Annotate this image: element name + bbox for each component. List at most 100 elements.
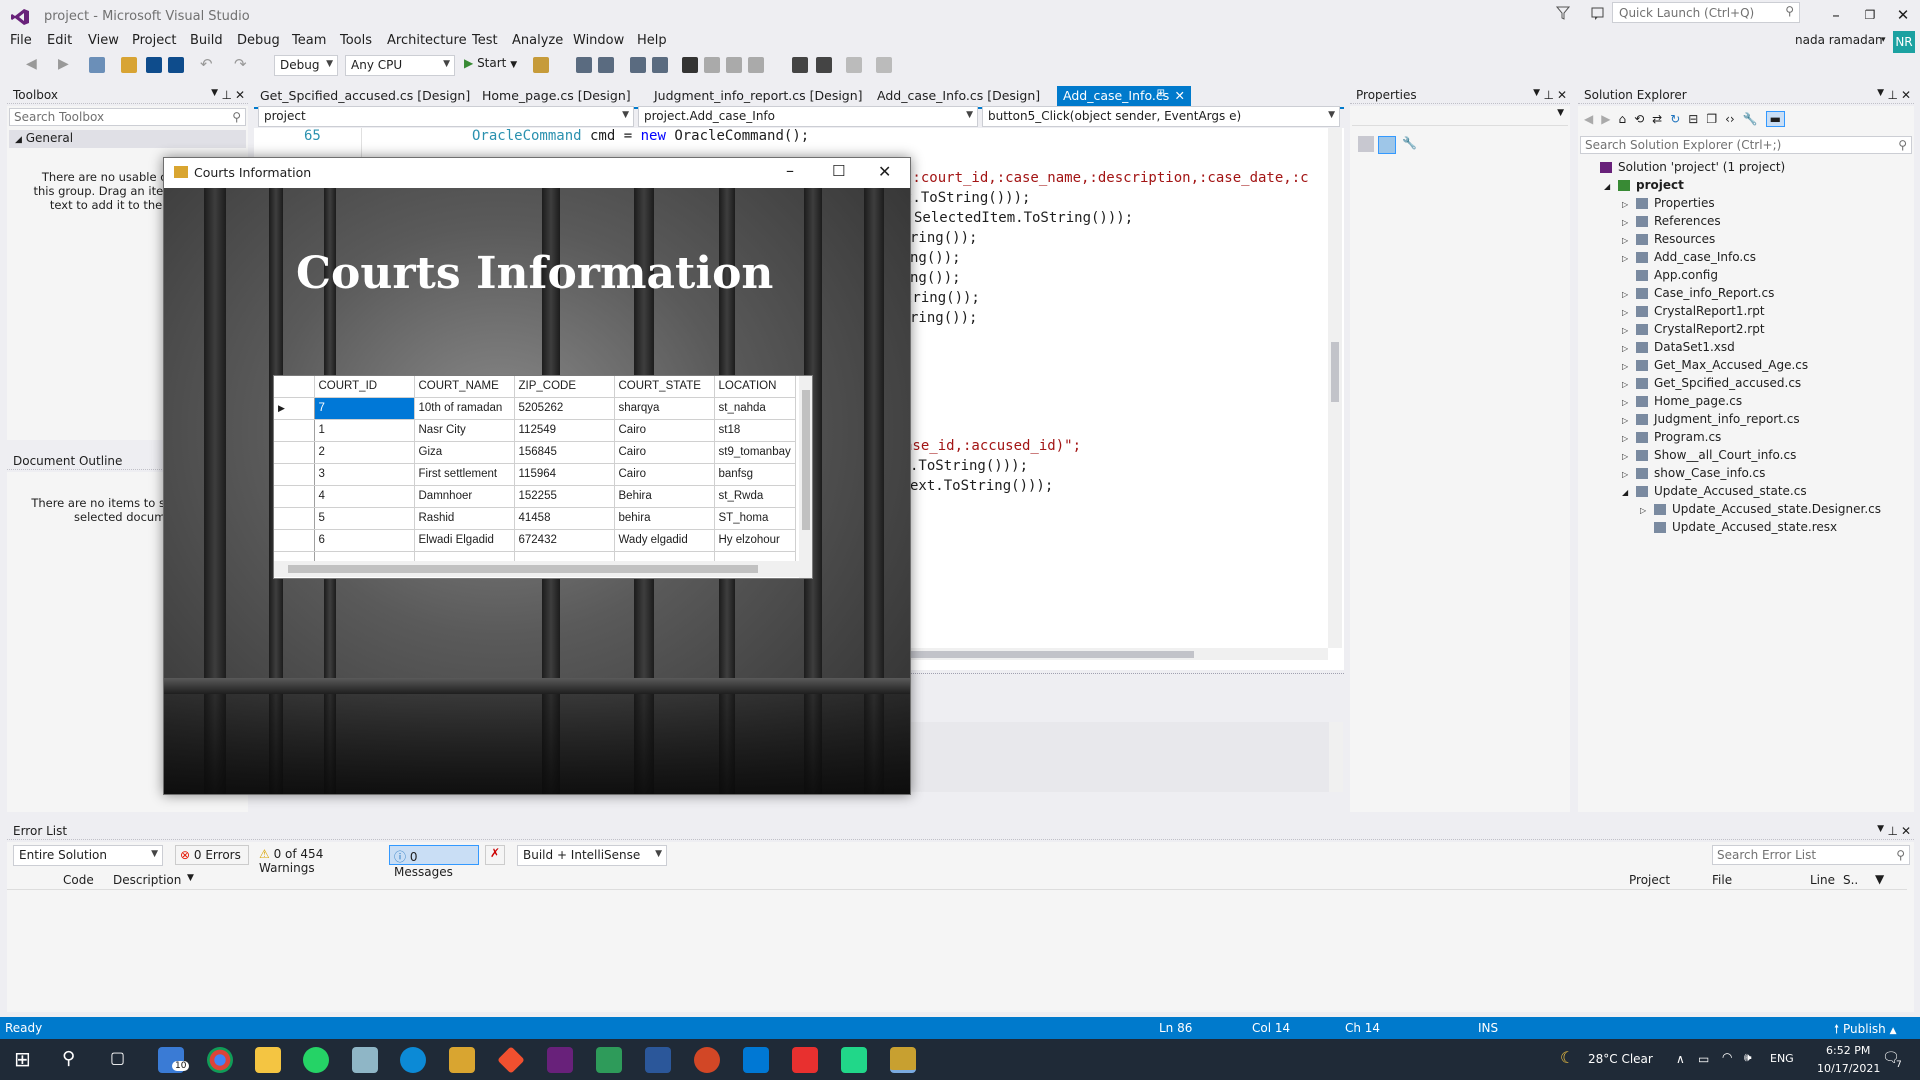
whatsapp-icon[interactable] [303, 1047, 329, 1073]
member-nav-dropdown[interactable]: button5_Click(object sender, EventArgs e… [982, 106, 1340, 127]
warnings-filter-button[interactable]: ⚠ 0 of 454 Warnings [255, 845, 383, 875]
column-project[interactable]: Project [1629, 873, 1670, 887]
expand-icon[interactable]: ▷ [1622, 326, 1636, 335]
align-icon[interactable] [576, 57, 592, 73]
properties-object-dropdown[interactable]: ▼ [1352, 108, 1568, 126]
project-nav-dropdown[interactable]: project ▼ [258, 106, 634, 127]
file-explorer-icon[interactable] [255, 1047, 281, 1073]
publish-icon[interactable] [846, 57, 862, 73]
menu-build[interactable]: Build [190, 33, 223, 48]
chevron-down-icon[interactable]: ▼ [211, 88, 218, 98]
table-cell[interactable]: Rashid [414, 507, 515, 530]
table-cell[interactable]: st_nahda [714, 397, 796, 420]
properties-icon[interactable]: 🔧 [1743, 112, 1758, 126]
solution-item[interactable]: ▷ Show__all_Court_info.cs [1578, 448, 1914, 466]
bookmark-icon[interactable] [682, 57, 698, 73]
expand-icon[interactable]: ▷ [1622, 200, 1636, 209]
sql-developer-icon[interactable] [596, 1047, 622, 1073]
menu-architecture[interactable]: Architecture [387, 33, 467, 48]
error-scope-dropdown[interactable]: Entire Solution ▼ [13, 845, 163, 866]
table-cell[interactable]: st18 [714, 419, 796, 442]
column-header[interactable]: COURT_STATE [614, 376, 715, 398]
app-icon[interactable] [449, 1047, 475, 1073]
menu-project[interactable]: Project [132, 33, 176, 48]
column-header[interactable]: LOCATION [714, 376, 796, 398]
table-row[interactable]: 2 Giza 156845 Cairo st9_tomanbay [274, 441, 796, 464]
courts-app-icon[interactable] [890, 1047, 916, 1073]
solution-item[interactable]: ▷ Program.cs [1578, 430, 1914, 448]
solution-item[interactable]: ▷ References [1578, 214, 1914, 232]
pin-icon[interactable]: ⊥ [1888, 824, 1898, 838]
volume-icon[interactable]: 🕪 [1744, 1050, 1752, 1065]
close-icon[interactable]: ✕ [1175, 88, 1185, 103]
weather-text[interactable]: 28°C Clear [1588, 1052, 1653, 1066]
table-cell[interactable]: 5205262 [514, 397, 615, 420]
column-header[interactable]: ZIP_CODE [514, 376, 615, 398]
word-icon[interactable] [645, 1047, 671, 1073]
courts-data-grid[interactable]: COURT_ID COURT_NAME ZIP_CODE COURT_STATE LOC… [273, 375, 813, 579]
solution-item[interactable]: ▷ Case_info_Report.cs [1578, 286, 1914, 304]
build-intellisense-dropdown[interactable]: Build + IntelliSense ▼ [517, 845, 667, 866]
expand-icon[interactable]: ◢ [1622, 488, 1636, 497]
configuration-dropdown[interactable]: Debug ▼ [274, 55, 338, 76]
solution-item[interactable]: ▷ CrystalReport2.rpt [1578, 322, 1914, 340]
table-cell[interactable]: 7 [314, 397, 415, 420]
new-project-icon[interactable] [89, 57, 105, 73]
toolbox-search-input[interactable]: Search Toolbox ⚲ [9, 108, 246, 126]
column-file[interactable]: File [1712, 873, 1732, 887]
quick-launch-input[interactable]: Quick Launch (Ctrl+Q) ⚲ [1612, 2, 1800, 23]
tab-home-page-design[interactable]: Home_page.cs [Design] [476, 86, 637, 107]
table-cell[interactable]: sharqya [614, 397, 715, 420]
table-cell[interactable]: 3 [314, 463, 415, 486]
edge-icon[interactable] [400, 1047, 426, 1073]
forward-icon[interactable]: ▶ [58, 56, 69, 72]
solution-item[interactable]: ▷ DataSet1.xsd [1578, 340, 1914, 358]
table-cell[interactable]: Behira [614, 485, 715, 508]
table-row[interactable]: ▶ 7 10th of ramadan 5205262 sharqya st_nahda [274, 397, 796, 420]
horizontal-scrollbar[interactable] [904, 648, 1328, 660]
solution-item[interactable]: ▷ Home_page.cs [1578, 394, 1914, 412]
row-header[interactable] [274, 507, 315, 530]
close-icon[interactable]: ✕ [1901, 88, 1911, 102]
error-search-input[interactable]: Search Error List ⚲ [1712, 845, 1910, 865]
feedback-icon[interactable] [1590, 5, 1606, 21]
table-cell[interactable]: 156845 [514, 441, 615, 464]
table-row[interactable]: 3 First settlement 115964 Cairo banfsg [274, 463, 796, 486]
tab-judgment-info-report-design[interactable]: Judgment_info_report.cs [Design] [648, 86, 869, 107]
menu-test[interactable]: Test [472, 33, 498, 48]
powerpoint-icon[interactable] [694, 1047, 720, 1073]
column-code[interactable]: Code [63, 873, 94, 887]
grid-scroll-thumb[interactable] [802, 390, 810, 530]
categorized-icon[interactable] [1358, 136, 1374, 152]
column-header[interactable]: COURT_ID [314, 376, 415, 398]
solution-item[interactable]: ◢ project [1578, 178, 1914, 196]
menu-edit[interactable]: Edit [47, 33, 72, 48]
menu-tools[interactable]: Tools [340, 33, 372, 48]
column-suppression[interactable]: S.. [1843, 873, 1858, 887]
table-cell[interactable]: First settlement [414, 463, 515, 486]
align-right-icon[interactable] [598, 57, 614, 73]
pin-icon[interactable]: ⊥ [222, 88, 232, 102]
deploy-icon[interactable] [816, 57, 832, 73]
close-icon[interactable]: ✕ [1901, 824, 1911, 838]
solution-item[interactable]: ◢ Update_Accused_state.cs [1578, 484, 1914, 502]
close-button[interactable]: ✕ [1889, 4, 1917, 26]
table-cell[interactable]: ST_homa [714, 507, 796, 530]
minimize-button[interactable]: – [786, 161, 794, 180]
user-name[interactable]: nada ramadan [1795, 33, 1883, 47]
menu-view[interactable]: View [88, 33, 119, 48]
close-icon[interactable]: ✕ [1557, 88, 1567, 102]
chevron-down-icon[interactable]: ▾ [1881, 35, 1886, 45]
clear-bookmarks-icon[interactable] [748, 57, 764, 73]
solution-item[interactable]: Update_Accused_state.resx [1578, 520, 1914, 538]
home-icon[interactable]: ⌂ [1618, 112, 1626, 126]
expand-icon[interactable]: ▷ [1622, 344, 1636, 353]
history-icon[interactable]: ⟲ [1634, 112, 1644, 126]
search-icon[interactable]: ⚲ [62, 1048, 75, 1069]
tab-add-case-info-code[interactable]: Add_case_Info.cs ⊞ ✕ [1057, 86, 1191, 107]
chevron-down-icon[interactable]: ▼ [1877, 824, 1884, 834]
build-icon[interactable] [792, 57, 808, 73]
column-header[interactable]: COURT_NAME [414, 376, 515, 398]
expand-icon[interactable]: ▷ [1622, 362, 1636, 371]
mail-app-icon[interactable]: 10 [158, 1047, 190, 1073]
